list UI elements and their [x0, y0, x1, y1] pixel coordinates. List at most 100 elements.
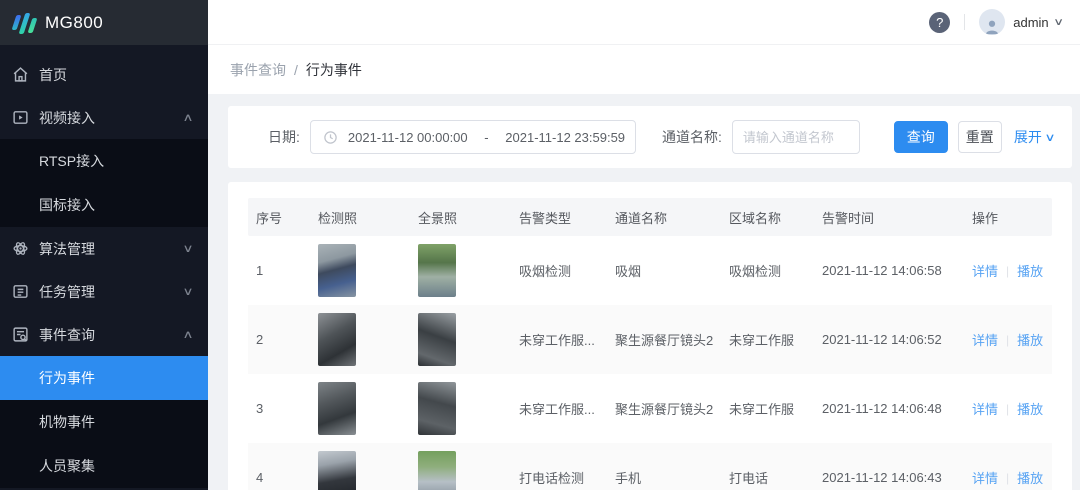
- date-start-value[interactable]: 2021-11-12 00:00:00: [348, 130, 468, 145]
- cell-alarm-type: 未穿工作服...: [511, 330, 607, 349]
- cell-region-name: 未穿工作服: [721, 330, 814, 349]
- filter-bar: 日期: 2021-11-12 00:00:00 - 2021-11-12 23:…: [228, 106, 1072, 168]
- channel-name-label: 通道名称:: [662, 127, 722, 147]
- detection-photo-thumbnail[interactable]: [310, 244, 410, 297]
- breadcrumb-parent[interactable]: 事件查询: [230, 60, 286, 80]
- detection-photo-thumbnail[interactable]: [310, 313, 410, 366]
- sidebar-item-label: 事件查询: [39, 325, 184, 345]
- header-divider: [964, 14, 965, 30]
- channel-name-input[interactable]: [732, 120, 860, 154]
- cell-alarm-type: 打电话检测: [511, 468, 607, 487]
- detail-link[interactable]: 详情: [972, 330, 998, 349]
- table-row: 3 未穿工作服... 聚生源餐厅镜头2 未穿工作服 2021-11-12 14:…: [248, 374, 1052, 443]
- help-icon[interactable]: ?: [929, 12, 950, 33]
- cell-alarm-time: 2021-11-12 14:06:58: [814, 263, 964, 278]
- play-link[interactable]: 播放: [1017, 261, 1043, 280]
- submenu-video-access: RTSP接入 国标接入: [0, 139, 208, 227]
- cell-channel-name: 吸烟: [607, 261, 721, 280]
- sidebar-item-gb[interactable]: 国标接入: [0, 183, 208, 227]
- play-link[interactable]: 播放: [1017, 468, 1043, 487]
- column-header: 检测照: [310, 208, 410, 227]
- event-search-icon: [12, 326, 29, 343]
- main-area: ? admin ∨ 事件查询 / 行为事件 日期: 2021-11-12 00:…: [208, 0, 1080, 490]
- brand-logo-icon: [14, 12, 35, 34]
- app-root: MG800 首页 视频接入 ∧ RTSP接入 国标接入: [0, 0, 1080, 490]
- reset-button[interactable]: 重置: [958, 121, 1002, 153]
- submenu-event-query: 行为事件 机物事件 人员聚集: [0, 356, 208, 488]
- top-header: ? admin ∨: [208, 0, 1080, 45]
- cell-alarm-time: 2021-11-12 14:06:52: [814, 332, 964, 347]
- avatar[interactable]: [979, 9, 1005, 35]
- panorama-photo-thumbnail[interactable]: [410, 451, 511, 490]
- panorama-photo-thumbnail[interactable]: [410, 313, 511, 366]
- cell-channel-name: 聚生源餐厅镜头2: [607, 330, 721, 349]
- sidebar-item-rtsp[interactable]: RTSP接入: [0, 139, 208, 183]
- cell-actions: 详情 | 播放: [964, 330, 1052, 349]
- breadcrumb-current: 行为事件: [306, 60, 362, 80]
- sidebar-item-object-events[interactable]: 机物事件: [0, 400, 208, 444]
- chevron-down-icon: ∨: [1044, 131, 1055, 144]
- expand-toggle[interactable]: 展开 ∨: [1014, 127, 1054, 147]
- cell-index: 2: [248, 332, 310, 347]
- detail-link[interactable]: 详情: [972, 399, 998, 418]
- breadcrumb: 事件查询 / 行为事件: [208, 45, 1080, 94]
- play-link[interactable]: 播放: [1017, 399, 1043, 418]
- cell-region-name: 未穿工作服: [721, 399, 814, 418]
- sidebar-item-algorithm[interactable]: 算法管理 ∨: [0, 227, 208, 270]
- table-row: 4 打电话检测 手机 打电话 2021-11-12 14:06:43 详情 | …: [248, 443, 1052, 490]
- chevron-down-icon: ∨: [182, 285, 193, 298]
- cell-region-name: 打电话: [721, 468, 814, 487]
- task-list-icon: [12, 283, 29, 300]
- brand-name: MG800: [45, 13, 103, 33]
- cell-index: 1: [248, 263, 310, 278]
- action-divider: |: [1006, 402, 1009, 416]
- date-range-picker[interactable]: 2021-11-12 00:00:00 - 2021-11-12 23:59:5…: [310, 120, 636, 154]
- table-header-row: 序号检测照全景照告警类型通道名称区域名称告警时间操作: [248, 198, 1052, 236]
- date-end-value[interactable]: 2021-11-12 23:59:59: [505, 130, 625, 145]
- panorama-photo-thumbnail[interactable]: [410, 382, 511, 435]
- chevron-down-icon: ∨: [182, 242, 193, 255]
- cell-actions: 详情 | 播放: [964, 468, 1052, 487]
- cell-alarm-type: 未穿工作服...: [511, 399, 607, 418]
- detection-photo-thumbnail[interactable]: [310, 451, 410, 490]
- sidebar: MG800 首页 视频接入 ∧ RTSP接入 国标接入: [0, 0, 208, 490]
- sidebar-item-crowd-gathering[interactable]: 人员聚集: [0, 444, 208, 488]
- table-row: 1 吸烟检测 吸烟 吸烟检测 2021-11-12 14:06:58 详情 | …: [248, 236, 1052, 305]
- cell-channel-name: 聚生源餐厅镜头2: [607, 399, 721, 418]
- column-header: 告警类型: [511, 208, 607, 227]
- chevron-up-icon: ∧: [182, 111, 193, 124]
- cell-alarm-time: 2021-11-12 14:06:43: [814, 470, 964, 485]
- column-header: 操作: [964, 208, 1052, 227]
- sidebar-item-behavior-events[interactable]: 行为事件: [0, 356, 208, 400]
- user-name[interactable]: admin: [1013, 15, 1048, 30]
- panorama-photo-thumbnail[interactable]: [410, 244, 511, 297]
- sidebar-nav: 首页 视频接入 ∧ RTSP接入 国标接入 算法管理 ∨: [0, 45, 208, 490]
- sidebar-item-tasks[interactable]: 任务管理 ∨: [0, 270, 208, 313]
- sidebar-item-label: 视频接入: [39, 108, 184, 128]
- table-row: 2 未穿工作服... 聚生源餐厅镜头2 未穿工作服 2021-11-12 14:…: [248, 305, 1052, 374]
- sidebar-item-home[interactable]: 首页: [0, 53, 208, 96]
- detail-link[interactable]: 详情: [972, 468, 998, 487]
- cell-index: 4: [248, 470, 310, 485]
- cell-index: 3: [248, 401, 310, 416]
- expand-label: 展开: [1014, 127, 1042, 147]
- sidebar-item-label: 首页: [39, 65, 192, 85]
- action-divider: |: [1006, 264, 1009, 278]
- table-body: 1 吸烟检测 吸烟 吸烟检测 2021-11-12 14:06:58 详情 | …: [248, 236, 1052, 490]
- chevron-down-icon[interactable]: ∨: [1053, 17, 1064, 28]
- sidebar-item-label: 算法管理: [39, 239, 184, 259]
- detail-link[interactable]: 详情: [972, 261, 998, 280]
- column-header: 全景照: [410, 208, 511, 227]
- sidebar-item-video-access[interactable]: 视频接入 ∧: [0, 96, 208, 139]
- column-header: 告警时间: [814, 208, 964, 227]
- column-header: 区域名称: [721, 208, 814, 227]
- video-icon: [12, 109, 29, 126]
- atom-icon: [12, 240, 29, 257]
- play-link[interactable]: 播放: [1017, 330, 1043, 349]
- cell-actions: 详情 | 播放: [964, 261, 1052, 280]
- column-header: 通道名称: [607, 208, 721, 227]
- sidebar-item-event-query[interactable]: 事件查询 ∧: [0, 313, 208, 356]
- search-button[interactable]: 查询: [894, 121, 948, 153]
- detection-photo-thumbnail[interactable]: [310, 382, 410, 435]
- breadcrumb-separator: /: [294, 62, 298, 78]
